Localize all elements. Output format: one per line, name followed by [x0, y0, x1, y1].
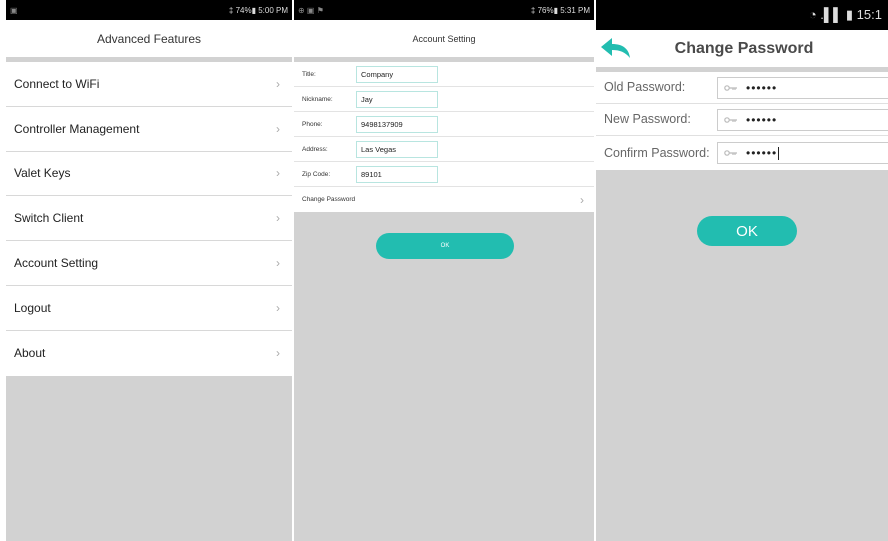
field-label: Title: [302, 70, 316, 78]
chevron-right-icon: › [276, 256, 280, 271]
menu-item-about[interactable]: About › [6, 331, 292, 376]
text-cursor [778, 146, 780, 160]
page-title: Advanced Features [6, 20, 292, 57]
menu-item-logout[interactable]: Logout › [6, 286, 292, 331]
menu-list: Connect to WiFi › Controller Management … [6, 62, 292, 376]
status-right: ‡ 76%▮ 5:31 PM [530, 5, 590, 15]
status-left: ▣ [10, 5, 18, 15]
status-bar: ▣ ‡ 74%▮ 5:00 PM [6, 0, 292, 20]
field-label: Address: [302, 145, 328, 153]
confirm-password-input[interactable]: •••••• [717, 142, 888, 164]
chevron-right-icon: › [276, 211, 280, 226]
field-label: Old Password: [604, 80, 686, 94]
status-bar: ◔ .▌▌ ▮ 15:1 [596, 0, 888, 30]
chevron-right-icon: › [276, 121, 280, 136]
chevron-right-icon: › [276, 166, 280, 181]
menu-item-label: Logout [14, 300, 51, 315]
change-password-label: Change Password [302, 196, 356, 203]
account-form: Title: Company Nickname: Jay Phone: 9498… [294, 62, 594, 212]
menu-item-account-setting[interactable]: Account Setting › [6, 241, 292, 286]
old-password-row: Old Password: •••••• [596, 72, 888, 104]
field-label: Confirm Password: [604, 145, 710, 160]
zip-row: Zip Code: 89101 [294, 162, 594, 187]
header: Change Password [596, 30, 888, 67]
address-input[interactable]: Las Vegas [356, 140, 438, 158]
title-input[interactable]: Company [356, 65, 438, 83]
new-password-input[interactable]: •••••• [717, 108, 888, 131]
page-title: Account Setting [294, 20, 594, 57]
menu-item-controller-management[interactable]: Controller Management › [6, 107, 292, 152]
status-bar: ⊕ ▣ ⚑ ‡ 76%▮ 5:31 PM [294, 0, 594, 20]
key-icon [724, 116, 737, 123]
field-label: Zip Code: [302, 170, 331, 178]
password-mask: •••••• [746, 146, 778, 160]
ok-button[interactable]: OK [697, 216, 797, 246]
password-form: Old Password: •••••• New Password: •••••… [596, 72, 888, 170]
field-label: Phone: [302, 120, 323, 128]
status-left: ⊕ ▣ ⚑ [298, 5, 324, 15]
new-password-row: New Password: •••••• [596, 104, 888, 136]
field-label: Nickname: [302, 95, 333, 103]
old-password-input[interactable]: •••••• [717, 76, 888, 99]
password-mask: •••••• [746, 80, 778, 95]
menu-item-label: About [14, 346, 46, 361]
chevron-right-icon: › [276, 300, 280, 315]
status-right: ◔ .▌▌ ▮ 15:1 [808, 7, 882, 22]
phone-row: Phone: 9498137909 [294, 112, 594, 137]
key-icon [724, 150, 737, 156]
phone-input[interactable]: 9498137909 [356, 115, 438, 133]
chevron-right-icon: › [580, 192, 584, 207]
account-setting-screen: ⊕ ▣ ⚑ ‡ 76%▮ 5:31 PM Account Setting Tit… [294, 0, 594, 541]
confirm-password-row: Confirm Password: •••••• [596, 136, 888, 170]
nickname-row: Nickname: Jay [294, 87, 594, 112]
title-row: Title: Company [294, 62, 594, 87]
menu-item-connect-wifi[interactable]: Connect to WiFi › [6, 62, 292, 107]
menu-item-label: Switch Client [14, 211, 84, 226]
menu-item-label: Controller Management [14, 121, 140, 136]
page-title: Change Password [674, 39, 814, 57]
change-password-screen: ◔ .▌▌ ▮ 15:1 Change Password Old Passwor… [596, 0, 888, 541]
password-mask: •••••• [746, 112, 778, 127]
menu-item-switch-client[interactable]: Switch Client › [6, 196, 292, 242]
field-label: New Password: [604, 112, 691, 126]
nickname-input[interactable]: Jay [356, 90, 438, 108]
key-icon [724, 84, 737, 91]
menu-item-label: Account Setting [14, 256, 99, 271]
zip-input[interactable]: 89101 [356, 165, 438, 183]
address-row: Address: Las Vegas [294, 137, 594, 162]
change-password-row[interactable]: Change Password › [294, 187, 594, 212]
advanced-features-screen: ▣ ‡ 74%▮ 5:00 PM Advanced Features Conne… [6, 0, 292, 541]
back-arrow-icon[interactable] [599, 35, 633, 61]
chevron-right-icon: › [276, 76, 280, 91]
chevron-right-icon: › [276, 346, 280, 361]
ok-button[interactable]: OK [376, 233, 514, 259]
status-right: ‡ 74%▮ 5:00 PM [228, 5, 288, 15]
menu-item-label: Valet Keys [14, 166, 71, 181]
menu-item-valet-keys[interactable]: Valet Keys › [6, 152, 292, 197]
menu-item-label: Connect to WiFi [14, 76, 100, 91]
